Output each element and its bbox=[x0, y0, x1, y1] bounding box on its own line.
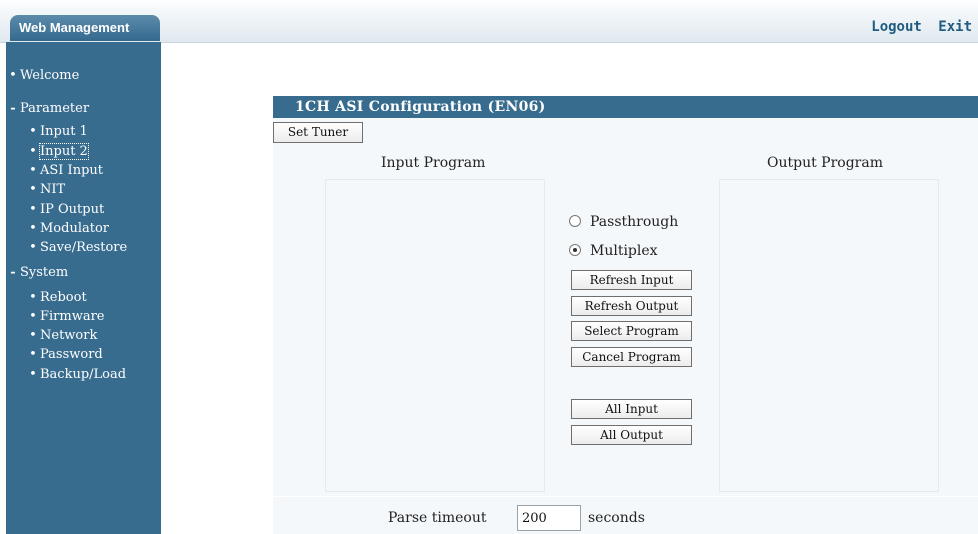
input-program-heading: Input Program bbox=[381, 155, 486, 171]
logout-link[interactable]: Logout bbox=[871, 19, 922, 35]
sidebar-item-label: Modulator bbox=[40, 221, 110, 236]
bullet-icon: • bbox=[29, 347, 37, 362]
sidebar-item-ip-output[interactable]: • IP Output bbox=[26, 201, 104, 219]
sidebar: • Welcome - Parameter • Input 1 • Input 2 • A… bbox=[6, 42, 161, 534]
bullet-icon: • bbox=[9, 68, 17, 83]
cancel-program-button[interactable]: Cancel Program bbox=[571, 347, 692, 367]
sidebar-item-reboot[interactable]: • Reboot bbox=[26, 289, 87, 307]
input-program-list[interactable] bbox=[325, 179, 545, 492]
collapse-icon: - bbox=[10, 265, 16, 280]
sidebar-item-label: Save/Restore bbox=[40, 240, 128, 255]
sidebar-item-input-2[interactable]: • Input 2 bbox=[26, 143, 89, 161]
output-program-heading: Output Program bbox=[767, 155, 883, 171]
multiplex-label: Multiplex bbox=[590, 243, 658, 259]
asi-config-panel: 1CH ASI Configuration (EN06) Set Tuner I… bbox=[273, 96, 978, 534]
bullet-icon: • bbox=[29, 240, 37, 255]
sidebar-item-label: Input 2 bbox=[39, 143, 89, 160]
sidebar-item-label: NIT bbox=[40, 182, 66, 197]
bullet-icon: • bbox=[29, 202, 37, 217]
passthrough-label: Passthrough bbox=[590, 214, 679, 230]
sidebar-item-input-1[interactable]: • Input 1 bbox=[26, 123, 88, 141]
bullet-icon: • bbox=[29, 309, 37, 324]
footer-divider bbox=[273, 496, 978, 497]
sidebar-item-network[interactable]: • Network bbox=[26, 327, 97, 345]
panel-title: 1CH ASI Configuration (EN06) bbox=[273, 96, 978, 118]
sidebar-section-system[interactable]: - System bbox=[6, 264, 68, 282]
multiplex-radio[interactable] bbox=[569, 244, 581, 256]
top-links: Logout Exit bbox=[863, 19, 972, 35]
sidebar-item-password[interactable]: • Password bbox=[26, 346, 103, 364]
brand-tab: Web Management bbox=[10, 15, 160, 41]
output-program-list[interactable] bbox=[719, 179, 939, 492]
parse-timeout-label: Parse timeout bbox=[388, 510, 487, 526]
refresh-input-button[interactable]: Refresh Input bbox=[571, 270, 692, 290]
sidebar-item-modulator[interactable]: • Modulator bbox=[26, 220, 109, 238]
passthrough-radio[interactable] bbox=[569, 215, 581, 227]
sidebar-item-firmware[interactable]: • Firmware bbox=[26, 308, 105, 326]
sidebar-item-welcome[interactable]: • Welcome bbox=[6, 67, 79, 85]
sidebar-item-label: ASI Input bbox=[40, 163, 103, 178]
parse-timeout-unit: seconds bbox=[588, 510, 645, 526]
parse-timeout-input[interactable] bbox=[517, 505, 581, 531]
sidebar-item-label: Firmware bbox=[40, 309, 105, 324]
select-program-button[interactable]: Select Program bbox=[571, 321, 692, 341]
sidebar-item-label: Welcome bbox=[20, 68, 80, 83]
bullet-icon: • bbox=[29, 367, 37, 382]
sidebar-item-backup-load[interactable]: • Backup/Load bbox=[26, 366, 126, 384]
sidebar-item-label: Backup/Load bbox=[40, 367, 127, 382]
refresh-output-button[interactable]: Refresh Output bbox=[571, 296, 692, 316]
sidebar-item-label: System bbox=[20, 265, 69, 280]
exit-link[interactable]: Exit bbox=[938, 19, 972, 35]
bullet-icon: • bbox=[29, 328, 37, 343]
sidebar-section-parameter[interactable]: - Parameter bbox=[6, 100, 89, 118]
sidebar-item-label: Reboot bbox=[40, 290, 87, 305]
sidebar-item-label: Parameter bbox=[20, 101, 90, 116]
passthrough-option[interactable]: Passthrough bbox=[569, 212, 678, 232]
parse-timeout-row: Parse timeout seconds bbox=[273, 496, 978, 534]
sidebar-item-asi-input[interactable]: • ASI Input bbox=[26, 162, 103, 180]
bullet-icon: • bbox=[29, 163, 37, 178]
sidebar-item-label: Input 1 bbox=[40, 124, 88, 139]
bullet-icon: • bbox=[29, 144, 37, 159]
sidebar-item-label: Network bbox=[40, 328, 98, 343]
bullet-icon: • bbox=[29, 290, 37, 305]
bullet-icon: • bbox=[29, 124, 37, 139]
all-input-button[interactable]: All Input bbox=[571, 399, 692, 419]
multiplex-option[interactable]: Multiplex bbox=[569, 241, 658, 261]
all-output-button[interactable]: All Output bbox=[571, 425, 692, 445]
bullet-icon: • bbox=[29, 221, 37, 236]
top-bar: Web Management Logout Exit bbox=[0, 0, 978, 43]
sidebar-item-label: IP Output bbox=[40, 202, 105, 217]
sidebar-item-label: Password bbox=[40, 347, 103, 362]
bullet-icon: • bbox=[29, 182, 37, 197]
collapse-icon: - bbox=[10, 101, 16, 116]
sidebar-item-save-restore[interactable]: • Save/Restore bbox=[26, 239, 127, 257]
set-tuner-button[interactable]: Set Tuner bbox=[273, 122, 363, 143]
sidebar-item-nit[interactable]: • NIT bbox=[26, 181, 65, 199]
